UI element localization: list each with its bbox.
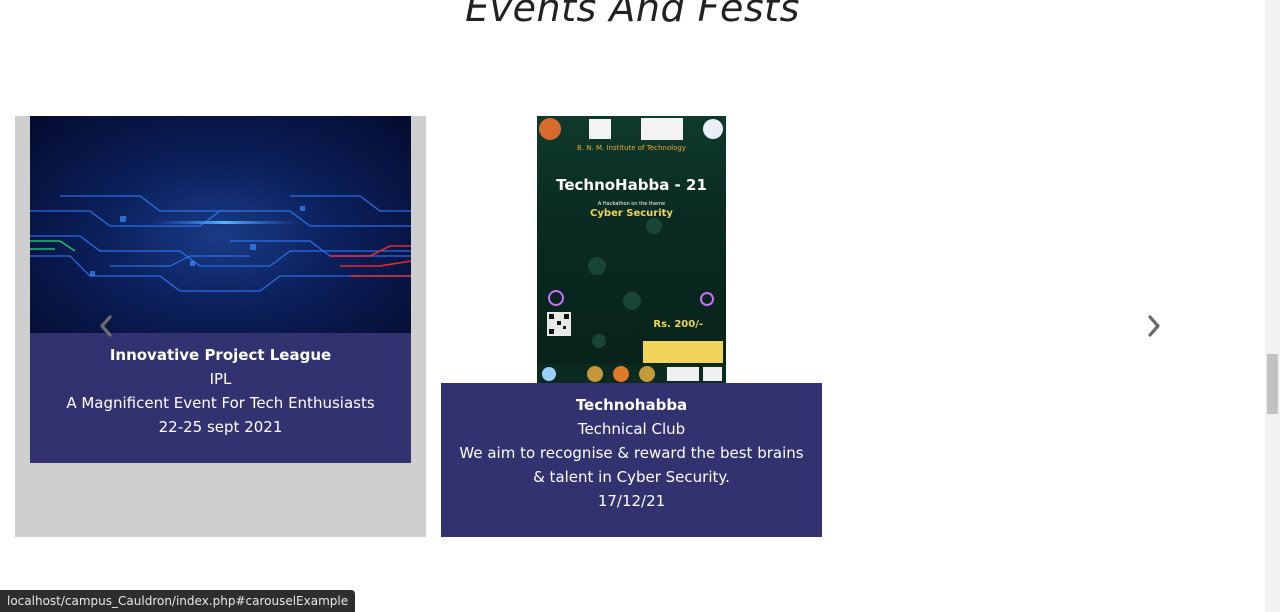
poster-headline: TechnoHabba - 21 <box>556 176 707 194</box>
event-image-circuit <box>30 116 411 333</box>
event-club: Technical Club <box>577 420 686 438</box>
event-description: A Magnificent Event For Tech Enthusiasts <box>66 394 375 412</box>
event-date: 17/12/21 <box>597 492 666 510</box>
poster-fee: Rs. 200/- <box>653 319 703 330</box>
poster-theme: Cyber Security <box>590 208 673 219</box>
poster-theme-intro: A Hackathon on the theme <box>597 201 666 207</box>
event-image-poster-wrap: B. N. M. Institute of Technology TechnoH… <box>441 116 822 383</box>
section-title: Events And Fests <box>465 0 800 30</box>
event-title: Innovative Project League <box>109 346 332 364</box>
event-club: IPL <box>209 370 232 388</box>
browser-status-url: localhost/campus_Cauldron/index.php#caro… <box>0 590 356 612</box>
carousel-next-button[interactable] <box>1146 315 1162 342</box>
event-card-body: Innovative Project League IPL A Magnific… <box>30 333 411 463</box>
event-card-body: Technohabba Technical Club We aim to rec… <box>441 383 822 537</box>
scrollbar-thumb[interactable] <box>1267 354 1278 414</box>
carousel-prev-button[interactable] <box>98 315 114 342</box>
chevron-right-icon <box>1148 315 1160 337</box>
page-scrollbar[interactable] <box>1265 0 1280 612</box>
circuit-illustration <box>30 195 411 292</box>
event-card-technohabba[interactable]: B. N. M. Institute of Technology TechnoH… <box>441 116 822 537</box>
event-date: 22-25 sept 2021 <box>158 418 283 436</box>
event-title: Technohabba <box>575 396 688 414</box>
poster-subtitle <box>537 153 726 158</box>
technohabba-poster: B. N. M. Institute of Technology TechnoH… <box>537 116 726 383</box>
event-description: We aim to recognise & reward the best br… <box>459 444 804 486</box>
poster-institute: B. N. M. Institute of Technology <box>577 144 686 152</box>
chevron-left-icon <box>100 315 112 337</box>
event-card-ipl[interactable]: Innovative Project League IPL A Magnific… <box>30 116 411 463</box>
events-carousel: Events And Fests Innovative Project Leag… <box>0 0 1265 612</box>
